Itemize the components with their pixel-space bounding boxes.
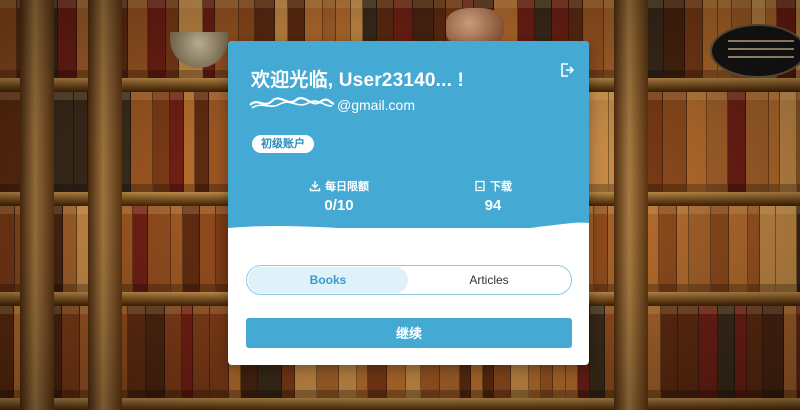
stat-downloads: 下载 94 xyxy=(438,178,548,214)
stat-daily-limit: 每日限额 0/10 xyxy=(284,178,394,214)
content-type-tabs: Books Articles xyxy=(246,265,572,295)
book-icon xyxy=(475,180,485,192)
account-card: 欢迎光临, User23140... ! @gmail.com 初级账户 每日限… xyxy=(228,41,589,365)
welcome-title: 欢迎光临, User23140... ! xyxy=(251,70,465,91)
account-tier-badge: 初级账户 xyxy=(252,135,314,153)
stat-downloads-value: 94 xyxy=(484,197,502,214)
tab-articles[interactable]: Articles xyxy=(409,267,569,293)
stat-limit-label: 每日限额 xyxy=(325,181,369,193)
header-wave xyxy=(228,222,589,241)
email-address: @gmail.com xyxy=(337,97,416,113)
download-icon xyxy=(309,181,321,192)
logout-icon[interactable] xyxy=(559,62,575,78)
redacted-email-scribble xyxy=(249,97,335,109)
tab-books[interactable]: Books xyxy=(248,267,408,293)
stat-downloads-label: 下载 xyxy=(490,181,512,193)
stat-limit-value: 0/10 xyxy=(324,197,354,214)
continue-button[interactable]: 继续 xyxy=(246,318,572,348)
